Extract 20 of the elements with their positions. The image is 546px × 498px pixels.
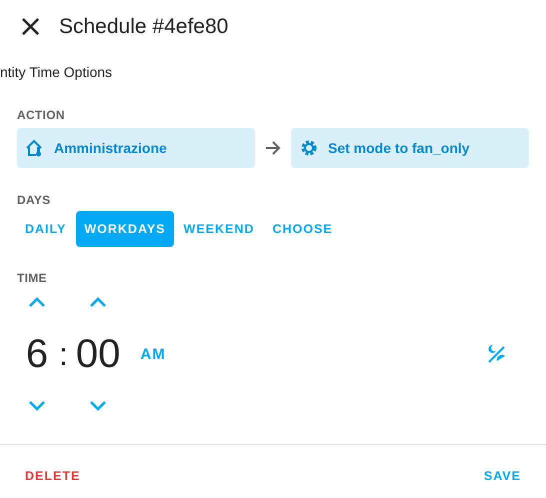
day-tab[interactable]: DAILY bbox=[17, 211, 74, 247]
period-toggle[interactable]: AM bbox=[140, 346, 166, 362]
delete-button[interactable]: DELETE bbox=[17, 463, 88, 489]
hour-value: 6 bbox=[26, 331, 48, 378]
gear-icon bbox=[299, 138, 319, 158]
day-tab[interactable]: CHOOSE bbox=[264, 211, 341, 247]
day-tab[interactable]: WEEKEND bbox=[176, 211, 262, 247]
dialog-title: Schedule #4efe80 bbox=[59, 15, 228, 39]
subtitle: ntity Time Options bbox=[0, 64, 112, 80]
time-separator: : bbox=[59, 336, 68, 372]
day-tab[interactable]: WORKDAYS bbox=[76, 211, 174, 247]
section-label: TIME bbox=[17, 271, 47, 285]
save-button[interactable]: SAVE bbox=[476, 463, 529, 489]
service-chip[interactable]: Set mode to fan_only bbox=[291, 128, 529, 168]
minute-value: 00 bbox=[76, 331, 120, 378]
section-label: ACTION bbox=[17, 108, 65, 122]
arrow-icon bbox=[265, 140, 281, 156]
entity-chip[interactable]: Amministrazione bbox=[17, 128, 255, 168]
close-button[interactable]: × bbox=[18, 12, 40, 42]
section-label: DAYS bbox=[17, 193, 50, 207]
